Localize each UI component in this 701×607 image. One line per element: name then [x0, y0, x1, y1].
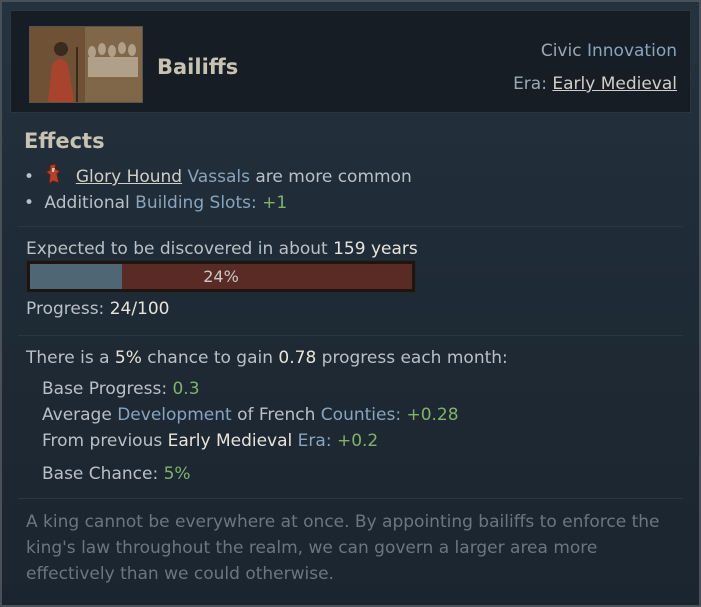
base-chance-label: Base Chance:	[42, 464, 159, 484]
discovery-years: 159 years	[333, 239, 418, 259]
effects-heading: Effects	[24, 129, 105, 153]
prev-value: +0.2	[336, 431, 379, 451]
innovation-title: Bailiffs	[157, 55, 239, 79]
flavor-line: king's law throughout the realm, we can …	[26, 538, 598, 558]
tooltip-header: Bailiffs Civic Innovation Era: Early Med…	[10, 10, 691, 113]
glory-hound-link[interactable]: Glory Hound	[76, 167, 182, 187]
progress-value: 24/100	[109, 299, 170, 319]
previous-era-row: From previous Early Medieval Era: +0.2	[42, 431, 378, 451]
base-progress-value: 0.3	[172, 379, 200, 399]
innovation-portrait	[29, 26, 143, 103]
progress-text: Progress: 24/100	[26, 299, 170, 319]
progress-label: Progress:	[26, 299, 105, 319]
base-chance-value: 5%	[163, 464, 191, 484]
divider	[18, 226, 683, 227]
avg-mid: of French	[237, 405, 316, 425]
era-term: Era:	[297, 431, 332, 451]
counties-term: Counties:	[320, 405, 402, 425]
effect-item: • Additional Building Slots: +1	[24, 193, 287, 213]
avg-prefix: Average	[42, 405, 112, 425]
effect-text: are more common	[255, 167, 412, 187]
prev-era-name: Early Medieval	[167, 431, 293, 451]
effect-prefix: Additional	[44, 193, 130, 213]
category-prefix: Civic	[540, 41, 582, 61]
base-progress-row: Base Progress: 0.3	[42, 379, 200, 399]
era-label: Era:	[513, 74, 547, 94]
vassals-term: Vassals	[187, 167, 250, 187]
flavor-line: effectively than we could otherwise.	[26, 564, 334, 584]
base-progress-label: Base Progress:	[42, 379, 168, 399]
chance-suffix: progress each month:	[321, 348, 508, 368]
innovation-tooltip: Bailiffs Civic Innovation Era: Early Med…	[0, 0, 701, 607]
innovation-category: Civic Innovation	[541, 41, 677, 61]
bullet: •	[24, 193, 35, 213]
flavor-text: A king cannot be everywhere at once. By …	[26, 509, 676, 587]
innovation-era: Era: Early Medieval	[513, 74, 677, 94]
era-link[interactable]: Early Medieval	[552, 74, 677, 94]
discovery-estimate: Expected to be discovered in about 159 y…	[26, 239, 418, 259]
chance-mid: chance to gain	[147, 348, 273, 368]
category-value: Innovation	[586, 41, 677, 61]
development-term: Development	[117, 405, 232, 425]
avg-value: +0.28	[406, 405, 459, 425]
chance-value: 5%	[114, 348, 142, 368]
building-slots-term: Building Slots:	[135, 193, 257, 213]
progress-percent: 24%	[203, 267, 239, 286]
discovery-prefix: Expected to be discovered in about	[26, 239, 328, 259]
portrait-image	[30, 27, 142, 102]
glory-hound-icon	[44, 163, 64, 190]
flavor-line: A king cannot be everywhere at once. By …	[26, 512, 660, 532]
effect-item: • Glory Hound Vassals are more common	[24, 163, 412, 190]
average-development-row: Average Development of French Counties: …	[42, 405, 459, 425]
divider	[18, 498, 683, 499]
chance-prefix: There is a	[26, 348, 110, 368]
progress-bar: 24%	[26, 260, 416, 293]
bullet: •	[24, 167, 35, 187]
divider	[18, 335, 683, 336]
effect-value: +1	[262, 193, 288, 213]
chance-progress: 0.78	[278, 348, 317, 368]
prev-prefix: From previous	[42, 431, 163, 451]
chance-summary: There is a 5% chance to gain 0.78 progre…	[26, 348, 508, 368]
base-chance-row: Base Chance: 5%	[42, 464, 191, 484]
